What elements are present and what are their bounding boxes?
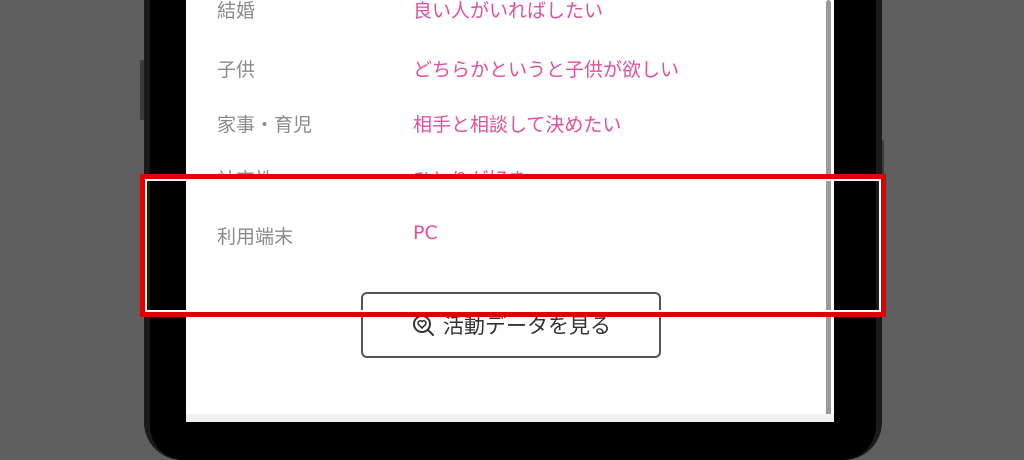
profile-label: 結婚 <box>217 0 256 22</box>
profile-row-device: 利用端末 PC <box>186 222 786 252</box>
profile-value: ひとりが好き <box>413 169 527 181</box>
profile-row-housework: 家事・育児 相手と相談して決めたい <box>186 110 786 140</box>
phone-screen: 結婚 良い人がいればしたい 子供 どちらかというと子供が欲しい 家事・育児 相手… <box>186 0 834 422</box>
view-activity-data-button[interactable]: 活動データを見る <box>361 292 661 358</box>
profile-value: 良い人がいればしたい <box>413 0 604 22</box>
heart-search-icon <box>413 315 434 336</box>
view-activity-data-label: 活動データを見る <box>443 314 611 338</box>
profile-value: どちらかというと子供が欲しい <box>413 59 680 81</box>
profile-row-sociability: 社交性 ひとりが好き <box>186 165 786 181</box>
profile-value: 相手と相談して決めたい <box>413 114 622 136</box>
profile-row-marriage: 結婚 良い人がいればしたい <box>186 0 786 26</box>
profile-label: 社交性 <box>217 169 275 181</box>
bottom-divider <box>186 414 834 422</box>
profile-row-children: 子供 どちらかというと子供が欲しい <box>186 55 786 85</box>
profile-label: 家事・育児 <box>217 114 313 136</box>
scrollbar[interactable] <box>826 0 831 422</box>
profile-value: PC <box>413 222 438 244</box>
profile-label: 子供 <box>217 59 256 81</box>
profile-label: 利用端末 <box>217 226 294 248</box>
